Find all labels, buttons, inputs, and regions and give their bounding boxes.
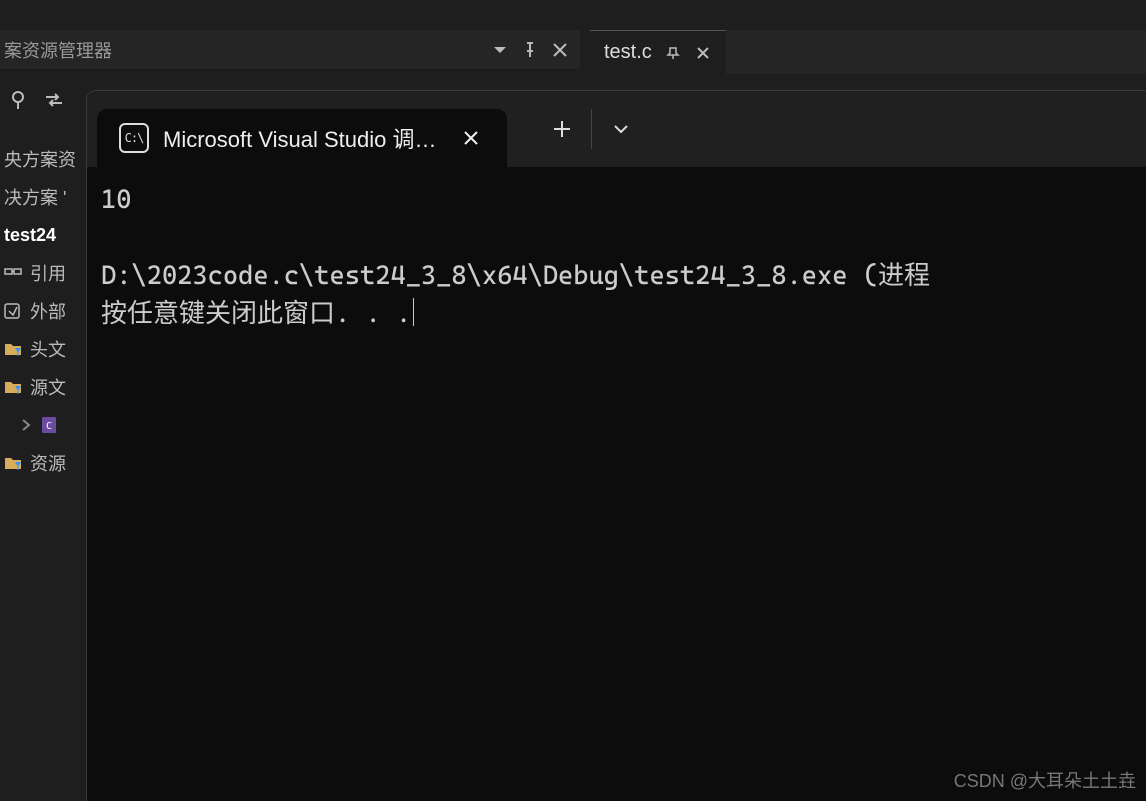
tree-text: 央方案资 [4,146,76,172]
new-tab-button[interactable] [537,104,587,154]
tree-text: 外部 [30,298,66,324]
panel-header-actions [490,40,580,60]
tree-c-file-row[interactable]: C [0,406,90,444]
pin-icon[interactable] [520,40,540,60]
solution-explorer-header: 案资源管理器 [0,30,580,70]
terminal-tab-bar: C:\ Microsoft Visual Studio 调试控 [87,91,1146,167]
editor-tab-label: test.c [604,41,652,64]
tree-external-row[interactable]: 外部 [0,292,90,330]
tree-text: 资源 [30,450,66,476]
terminal-tab-actions [537,104,646,154]
pin-icon[interactable] [664,44,682,62]
close-icon[interactable] [457,124,485,152]
close-icon[interactable] [694,44,712,62]
tree-solution-row[interactable]: 央方案资 [0,140,90,178]
cursor [413,298,414,326]
output-line: 10 [101,185,131,215]
terminal-tab-title: Microsoft Visual Studio 调试控 [163,122,443,154]
tree-sources-row[interactable]: 源文 [0,368,90,406]
svg-text:C: C [46,421,52,432]
tree-text: 决方案 ' [4,184,66,210]
output-line: D:\2023code.c\test24_3_8\x64\Debug\test2… [101,261,930,291]
output-line: 按任意键关闭此窗口. . . [101,299,411,329]
tree-references-row[interactable]: 引用 [0,254,90,292]
folder-filter-icon [2,376,24,398]
external-icon [2,300,24,322]
tree-text: 头文 [30,336,66,362]
tree-headers-row[interactable]: 头文 [0,330,90,368]
folder-filter-icon [2,452,24,474]
tree-text: 引用 [30,260,66,286]
tree-project-row[interactable]: test24 [0,216,90,254]
terminal-window: C:\ Microsoft Visual Studio 调试控 10 D:\20… [86,90,1146,801]
terminal-tab[interactable]: C:\ Microsoft Visual Studio 调试控 [97,109,507,167]
tree-text: 源文 [30,374,66,400]
folder-filter-icon [2,338,24,360]
dropdown-icon[interactable] [490,40,510,60]
panel-title: 案资源管理器 [4,37,490,63]
tree-resources-row[interactable]: 资源 [0,444,90,482]
home-icon[interactable] [4,86,32,114]
editor-tab-strip: test.c [590,30,1146,74]
divider [591,109,592,149]
watermark: CSDN @大耳朵土土垚 [954,767,1136,793]
cmd-icon: C:\ [119,123,149,153]
explorer-toolbar [0,70,90,130]
terminal-output[interactable]: 10 D:\2023code.c\test24_3_8\x64\Debug\te… [87,167,1146,801]
solution-tree: 央方案资 决方案 ' test24 引用 外部 头文 源文 C [0,140,90,482]
references-icon [2,262,24,284]
switch-icon[interactable] [40,86,68,114]
close-icon[interactable] [550,40,570,60]
editor-tab-testc[interactable]: test.c [590,30,726,74]
tab-dropdown-button[interactable] [596,104,646,154]
chevron-right-icon [20,414,32,436]
tree-project-name: test24 [4,225,56,246]
c-file-icon: C [38,414,60,436]
tree-solution-name-row[interactable]: 决方案 ' [0,178,90,216]
